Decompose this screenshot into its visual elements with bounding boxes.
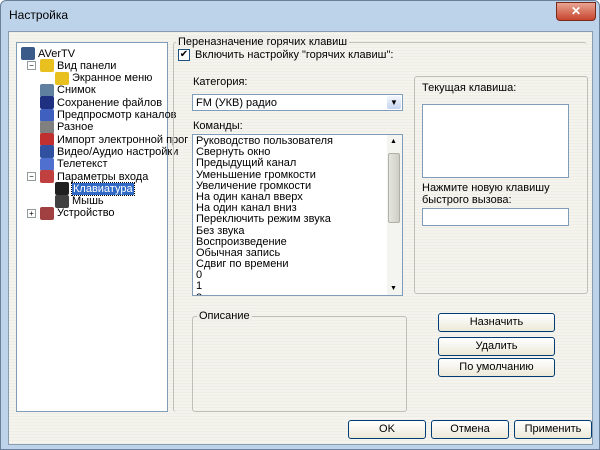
tree-item[interactable]: Видео/Аудио настройки	[40, 145, 179, 159]
tree-item-label: Телетекст	[57, 158, 108, 171]
cancel-button[interactable]: Отмена	[431, 420, 509, 439]
panel-view-icon	[40, 59, 54, 73]
category-dropdown[interactable]: FM (УКВ) радио ▼	[192, 94, 403, 111]
ok-button[interactable]: OK	[348, 420, 426, 439]
settings-tree[interactable]: AVerTV − Вид панели Экранное меню Снимок Сохр…	[16, 42, 188, 412]
keyboard-icon	[55, 182, 69, 196]
tree-item-label: Импорт электронной прог	[57, 133, 189, 146]
collapse-icon[interactable]: −	[27, 172, 36, 181]
scroll-up-icon[interactable]: ▲	[390, 136, 397, 147]
tree-item-label: Вид панели	[57, 59, 117, 72]
tree-item[interactable]: + Устройство	[27, 206, 115, 220]
tree-item-label: Мышь	[72, 195, 104, 208]
epg-icon	[40, 133, 54, 147]
tree-item-label: Параметры входа	[57, 170, 149, 183]
category-label: Категория:	[193, 76, 248, 88]
command-item[interactable]: Переключить режим звука	[193, 214, 402, 225]
description-label: Описание	[197, 310, 252, 322]
tree-item[interactable]: Клавиатура	[55, 181, 135, 196]
close-button[interactable]: ✕	[556, 2, 596, 21]
command-item[interactable]: 0	[193, 270, 402, 281]
dialog-client: AVerTV − Вид панели Экранное меню Снимок Сохр…	[8, 31, 593, 445]
enable-hotkeys-label: Включить настройку "горячих клавиш":	[195, 49, 394, 61]
tree-item-label: Клавиатура	[71, 181, 135, 196]
collapse-icon[interactable]: −	[27, 61, 36, 71]
tree-item[interactable]: Снимок	[40, 83, 96, 97]
tree-item-label: AVerTV	[38, 47, 76, 60]
tree-item[interactable]: Предпросмотр каналов	[40, 108, 177, 122]
tree-item-label: Сохранение файлов	[57, 96, 163, 109]
tree-item[interactable]: Сохранение файлов	[40, 96, 163, 110]
scroll-thumb[interactable]	[388, 153, 400, 223]
assign-button[interactable]: Назначить	[438, 313, 555, 332]
current-key-label: Текущая клавиша:	[422, 82, 517, 94]
tree-item[interactable]: Телетекст	[40, 157, 108, 171]
input-icon	[40, 170, 54, 183]
new-key-label: Нажмите новую клавишу быстрого вызова:	[422, 182, 550, 206]
tree-item[interactable]: AVerTV	[21, 47, 75, 60]
tools-icon	[40, 145, 54, 159]
apply-button[interactable]: Применить	[514, 420, 592, 439]
default-button[interactable]: По умолчанию	[438, 358, 555, 377]
tree-item-label: Разное	[57, 121, 94, 134]
close-icon: ✕	[570, 4, 582, 18]
delete-button[interactable]: Удалить	[438, 337, 555, 356]
commands-label: Команды:	[193, 120, 243, 132]
tree-item[interactable]: Разное	[40, 120, 94, 134]
tree-item[interactable]: Экранное меню	[55, 71, 153, 85]
chevron-down-icon[interactable]: ▼	[387, 96, 401, 109]
enable-hotkeys-checkbox[interactable]: ✔ Включить настройку "горячих клавиш":	[178, 49, 393, 61]
expand-icon[interactable]: +	[27, 208, 36, 218]
teletext-icon	[40, 157, 54, 171]
commands-list[interactable]: ▲ ▼ Руководство пользователя Свернуть окн…	[192, 134, 403, 296]
checkmark-icon: ✔	[178, 49, 190, 61]
settings-window: Настройка ✕ AVerTV − Вид панели Экранное ме…	[0, 0, 600, 450]
eye-icon	[40, 108, 54, 122]
device-icon	[40, 206, 54, 220]
tree-item-label: Предпросмотр каналов	[57, 109, 177, 121]
commands-scrollbar[interactable]: ▲ ▼	[387, 135, 402, 295]
command-item[interactable]: Без звука	[193, 225, 402, 237]
new-key-input[interactable]	[422, 208, 569, 226]
tree-item-label: Снимок	[57, 84, 96, 97]
category-value: FM (УКВ) радио	[196, 97, 277, 109]
tree-item[interactable]: Мышь	[55, 194, 104, 208]
tree-item-label: Видео/Аудио настройки	[57, 145, 179, 158]
command-item[interactable]: 1	[193, 281, 402, 292]
tree-item-label: Экранное меню	[72, 72, 153, 85]
tree-item[interactable]: − Параметры входа	[27, 170, 149, 183]
tree-item[interactable]: Импорт электронной прог	[40, 133, 189, 147]
camera-icon	[40, 83, 54, 97]
osd-icon	[55, 71, 69, 85]
hotkeys-group-label: Переназначение горячих клавиш	[176, 36, 350, 48]
command-item[interactable]: Сдвиг по времени	[193, 258, 402, 270]
mouse-icon	[55, 194, 69, 208]
remote-icon	[40, 120, 54, 134]
current-key-box	[422, 104, 569, 178]
scroll-down-icon[interactable]: ▼	[390, 283, 397, 294]
save-icon	[40, 96, 54, 110]
tree-item[interactable]: − Вид панели	[27, 59, 117, 73]
tree-item-label: Устройство	[57, 207, 115, 220]
window-title: Настройка	[9, 8, 69, 22]
avertv-icon	[21, 47, 35, 60]
command-item[interactable]: Предыдущий канал	[193, 158, 402, 169]
description-group: Описание	[192, 310, 407, 412]
command-item[interactable]: 2	[193, 292, 402, 295]
